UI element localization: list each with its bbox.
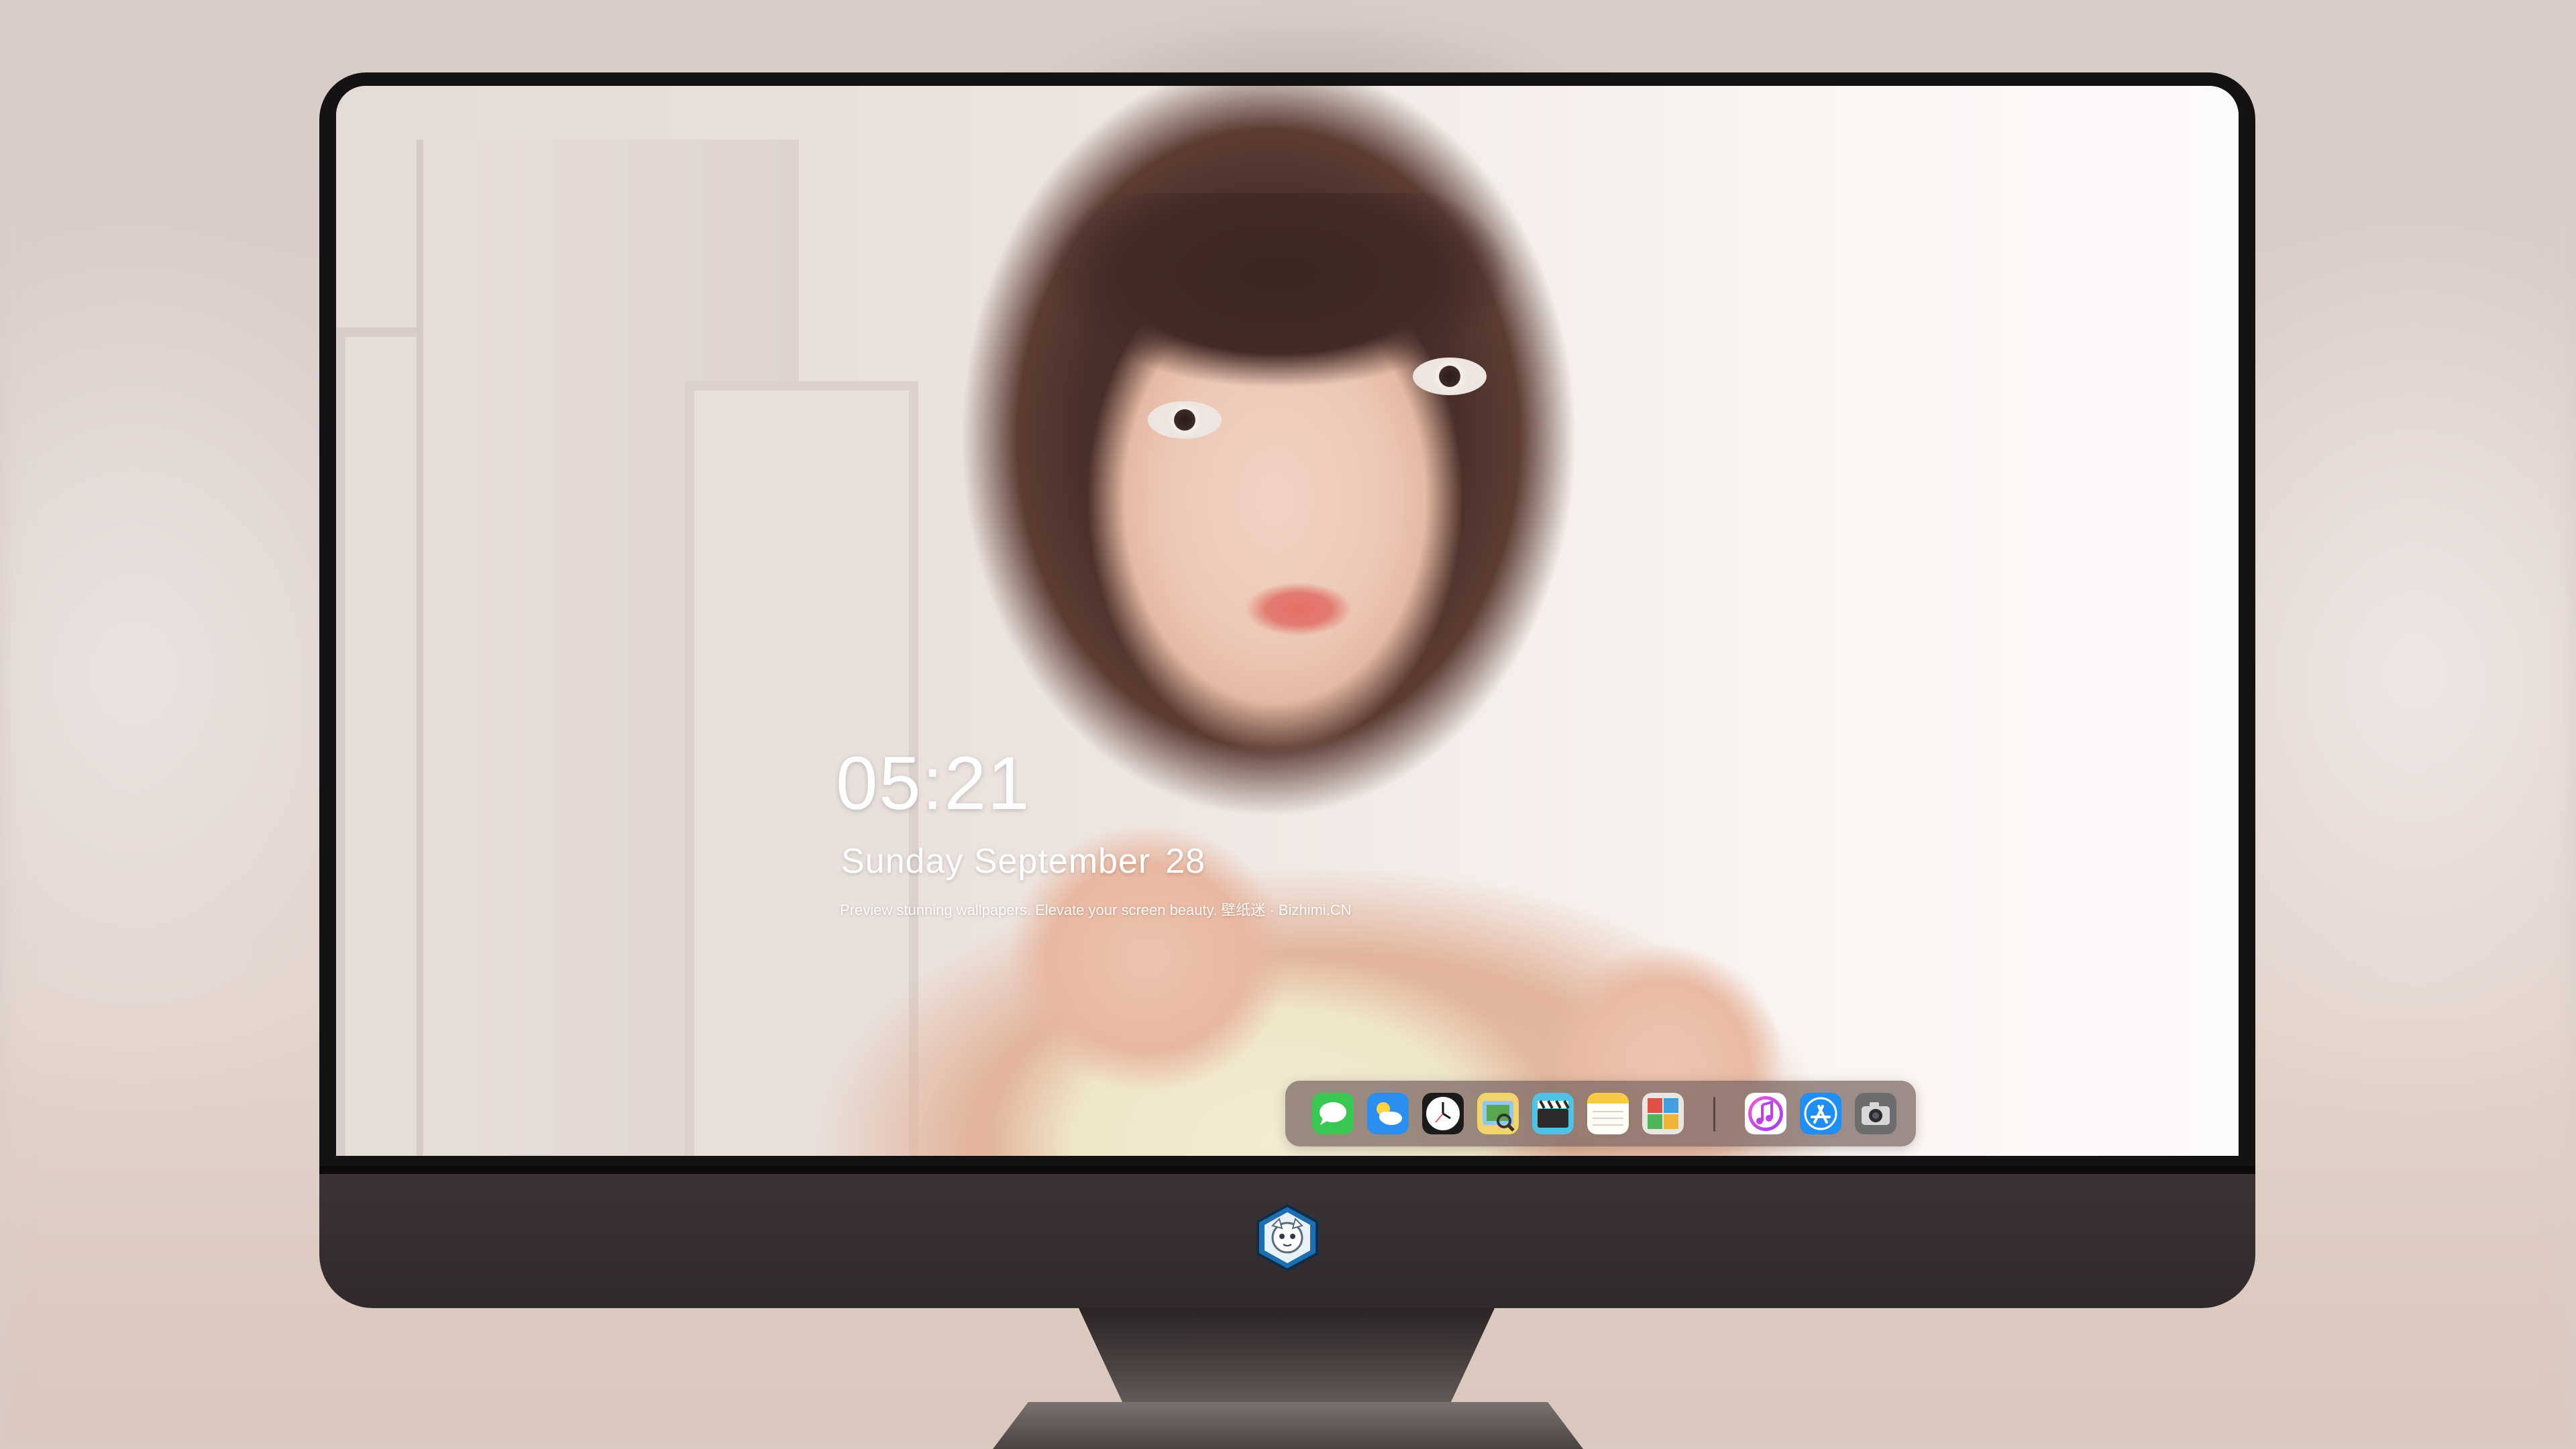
clock-icon (1422, 1093, 1464, 1134)
dock-item-weather[interactable] (1367, 1093, 1409, 1134)
monitor-stand-neck (1079, 1308, 1495, 1415)
date-month: September (973, 842, 1151, 881)
dock-item-itunes[interactable] (1745, 1093, 1786, 1134)
dock-item-camera[interactable] (1855, 1093, 1896, 1134)
lock-screen-date: Sunday September 28 (841, 841, 1205, 882)
photo-booth-icon (1642, 1093, 1684, 1134)
lock-screen-time: 05:21 (836, 741, 1031, 825)
dock-item-app-store[interactable] (1800, 1093, 1841, 1134)
dock-item-clips[interactable] (1532, 1093, 1574, 1134)
notes-icon (1587, 1093, 1629, 1134)
dock-item-photo-booth[interactable] (1642, 1093, 1684, 1134)
weather-icon (1367, 1093, 1409, 1134)
preview-icon (1477, 1093, 1519, 1134)
dock-item-preview[interactable] (1477, 1093, 1519, 1134)
monitor-stand-base (993, 1402, 1583, 1449)
camera-icon (1855, 1093, 1896, 1134)
clapper-icon (1532, 1093, 1574, 1134)
itunes-icon (1745, 1093, 1786, 1134)
date-day: Sunday (841, 842, 964, 881)
screen: 05:21 Sunday September 28 Preview stunnin… (336, 86, 2239, 1156)
dock-item-notes[interactable] (1587, 1093, 1629, 1134)
wallpaper-image (336, 86, 2239, 1156)
brand-logo-icon (1252, 1203, 1322, 1273)
messages-icon (1312, 1093, 1354, 1134)
dock (1285, 1081, 1916, 1146)
lock-screen-tagline: Preview stunning wallpapers. Elevate you… (840, 902, 1352, 918)
dock-item-clock[interactable] (1422, 1093, 1464, 1134)
date-number: 28 (1165, 842, 1206, 881)
monitor: 05:21 Sunday September 28 Preview stunnin… (319, 72, 2255, 1308)
dock-separator (1713, 1097, 1715, 1132)
dock-item-messages[interactable] (1312, 1093, 1354, 1134)
app-store-icon (1800, 1093, 1841, 1134)
monitor-chin-divider (319, 1166, 2255, 1174)
